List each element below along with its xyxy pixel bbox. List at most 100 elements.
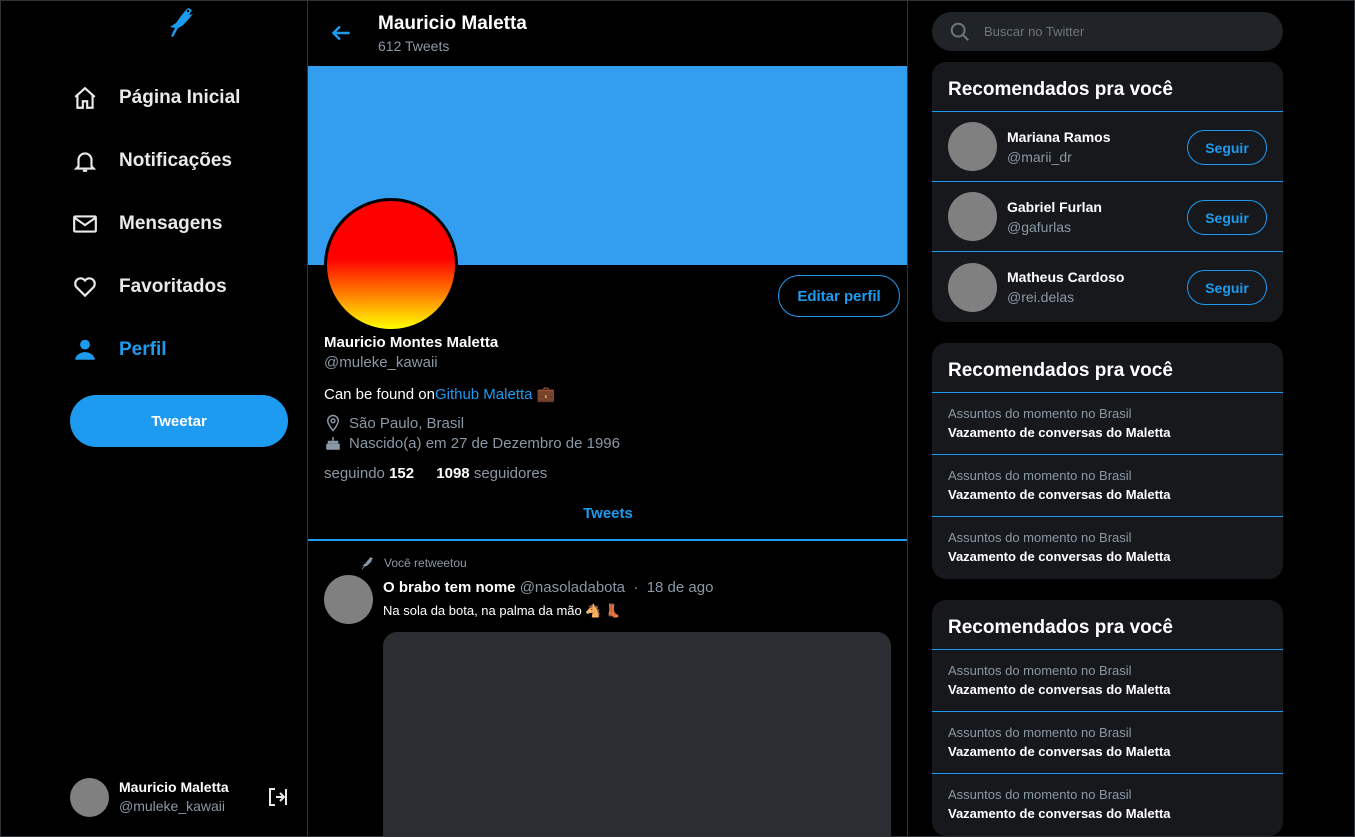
trend-context: Assuntos do momento no Brasil (948, 725, 1132, 740)
account-switcher[interactable]: Mauricio Maletta @muleke_kawaii (70, 777, 290, 817)
nav-item-notifications[interactable]: Notificações (70, 129, 240, 192)
trend-item[interactable]: Assuntos do momento no Brasil Vazamento … (932, 774, 1283, 836)
trend-item[interactable]: Assuntos do momento no Brasil Vazamento … (932, 650, 1283, 712)
profile-location: São Paulo, Brasil (324, 414, 464, 432)
cake-icon (324, 434, 342, 452)
follow-suggestion[interactable]: Mariana Ramos @marii_dr Seguir (932, 112, 1283, 182)
follow-suggestion[interactable]: Gabriel Furlan @gafurlas Seguir (932, 182, 1283, 252)
bio-text: Can be found on (324, 386, 435, 403)
tweet-date[interactable]: 18 de ago (647, 579, 714, 596)
trend-topic: Vazamento de conversas do Maletta (948, 744, 1171, 759)
profile-name: Mauricio Montes Maletta (324, 334, 499, 351)
nav-item-messages[interactable]: Mensagens (70, 192, 240, 255)
nav-item-label: Perfil (119, 338, 167, 360)
avatar (948, 122, 997, 171)
trend-item[interactable]: Assuntos do momento no Brasil Vazamento … (932, 712, 1283, 774)
nav-item-label: Favoritados (119, 275, 227, 297)
suggestion-name: Mariana Ramos (1007, 128, 1111, 145)
nav-item-profile[interactable]: Perfil (70, 318, 240, 381)
mail-icon (70, 209, 100, 239)
trend-context: Assuntos do momento no Brasil (948, 530, 1132, 545)
tweet-separator: · (633, 579, 639, 596)
trend-context: Assuntos do momento no Brasil (948, 468, 1132, 483)
right-sidebar: Recomendados pra você Mariana Ramos @mar… (908, 0, 1355, 837)
parrot-logo-icon[interactable] (164, 6, 196, 40)
suggestion-handle: @rei.delas (1007, 289, 1075, 305)
profile-avatar[interactable] (324, 198, 458, 332)
suggestion-names: Matheus Cardoso @rei.delas (1007, 267, 1124, 307)
retweet-label: Você retweetou (384, 556, 467, 570)
tweet-button[interactable]: Tweetar (70, 395, 288, 447)
card-title: Recomendados pra você (932, 62, 1283, 112)
tab-label: Tweets (583, 505, 633, 522)
profile-bio: Can be found onGithub Maletta 💼 (324, 385, 555, 403)
follow-button[interactable]: Seguir (1187, 130, 1267, 165)
trend-item[interactable]: Assuntos do momento no Brasil Vazamento … (932, 517, 1283, 579)
heart-icon (70, 272, 100, 302)
retweet-icon (360, 556, 374, 570)
tweet-item[interactable]: Você retweetou O brabo tem nome @nasolad… (308, 541, 907, 837)
suggestion-name: Matheus Cardoso (1007, 269, 1125, 285)
nav-item-label: Página Inicial (119, 86, 241, 108)
account-handle: @muleke_kawaii (119, 798, 226, 814)
tweet-header: O brabo tem nome @nasoladabota · 18 de a… (383, 579, 713, 596)
tweet-text: Na sola da bota, na palma da mão 🐴 👢 (383, 603, 622, 618)
bio-link[interactable]: Github Maletta (435, 386, 533, 403)
left-sidebar: Página Inicial Notificações Mensagens Fa… (0, 0, 308, 837)
trend-context: Assuntos do momento no Brasil (948, 787, 1132, 802)
page-title: Mauricio Maletta (378, 13, 527, 34)
avatar (948, 262, 997, 312)
profile-header: Mauricio Maletta 612 Tweets (308, 0, 907, 66)
trend-topic: Vazamento de conversas do Maletta (948, 682, 1171, 697)
trend-context: Assuntos do momento no Brasil (948, 663, 1132, 678)
birthdate-text: Nascido(a) em 27 de Dezembro de 1996 (349, 434, 620, 452)
profile-column: Mauricio Maletta 612 Tweets Editar perfi… (308, 0, 908, 837)
trend-topic: Vazamento de conversas do Maletta (948, 806, 1171, 821)
nav-item-home[interactable]: Página Inicial (70, 66, 240, 129)
trend-item[interactable]: Assuntos do momento no Brasil Vazamento … (932, 455, 1283, 517)
follow-stats: seguindo 152 1098 seguidores (324, 465, 547, 482)
nav-item-label: Mensagens (119, 212, 223, 234)
home-icon (70, 83, 100, 113)
who-to-follow-card: Recomendados pra você Mariana Ramos @mar… (932, 62, 1283, 322)
trend-context: Assuntos do momento no Brasil (948, 406, 1132, 421)
account-names: Mauricio Maletta @muleke_kawaii (119, 778, 229, 816)
tweet-media[interactable] (383, 632, 891, 837)
suggestion-names: Mariana Ramos @marii_dr (1007, 127, 1110, 167)
main-nav: Página Inicial Notificações Mensagens Fa… (70, 66, 240, 381)
card-title: Recomendados pra você (932, 600, 1283, 650)
search-bar[interactable] (932, 12, 1283, 51)
card-title: Recomendados pra você (932, 343, 1283, 393)
user-icon (70, 335, 100, 365)
retweet-indicator: Você retweetou (360, 556, 467, 570)
bell-icon (70, 146, 100, 176)
followers-link[interactable]: 1098 seguidores (436, 465, 547, 482)
nav-item-label: Notificações (119, 149, 232, 171)
follow-button[interactable]: Seguir (1187, 200, 1267, 235)
followers-label: seguidores (473, 465, 548, 482)
avatar (948, 192, 997, 241)
tweet-author[interactable]: O brabo tem nome (383, 579, 516, 596)
search-input[interactable] (984, 24, 1264, 39)
suggestion-names: Gabriel Furlan @gafurlas (1007, 197, 1102, 237)
profile-birthdate: Nascido(a) em 27 de Dezembro de 1996 (324, 434, 620, 452)
edit-profile-button[interactable]: Editar perfil (778, 275, 900, 317)
nav-item-favorites[interactable]: Favoritados (70, 255, 240, 318)
logout-icon[interactable] (266, 785, 290, 809)
trend-item[interactable]: Assuntos do momento no Brasil Vazamento … (932, 393, 1283, 455)
tab-tweets[interactable]: Tweets (308, 499, 907, 541)
follow-suggestion[interactable]: Matheus Cardoso @rei.delas Seguir (932, 252, 1283, 322)
back-arrow-icon[interactable] (328, 20, 354, 46)
avatar[interactable] (324, 575, 373, 624)
trends-card: Recomendados pra você Assuntos do moment… (932, 343, 1283, 579)
trend-topic: Vazamento de conversas do Maletta (948, 487, 1171, 502)
search-icon (949, 21, 971, 43)
follow-button[interactable]: Seguir (1187, 270, 1267, 305)
account-name: Mauricio Maletta (119, 779, 229, 795)
suggestion-handle: @marii_dr (1007, 148, 1072, 165)
following-link[interactable]: seguindo 152 (324, 465, 414, 482)
trend-topic: Vazamento de conversas do Maletta (948, 425, 1171, 440)
following-label: seguindo (324, 465, 385, 482)
trend-topic: Vazamento de conversas do Maletta (948, 549, 1171, 564)
tweet-handle: @nasoladabota (519, 579, 626, 596)
